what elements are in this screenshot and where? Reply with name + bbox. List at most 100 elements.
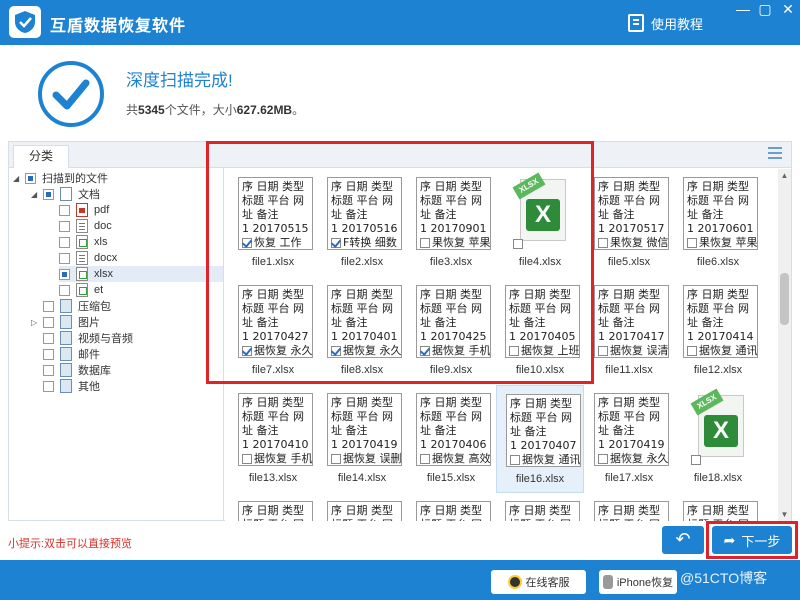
file-item[interactable]: 序 日期 类型 标题 平台 网址 备注 1 20170406 据恢复 高效 file15… <box>407 385 495 493</box>
file-checkbox[interactable] <box>420 346 430 356</box>
file-preview-thumbnail[interactable]: 序 日期 类型 标题 平台 网址 备注 1 20170401 据恢复 永久 <box>327 285 402 358</box>
file-checkbox[interactable] <box>331 238 341 248</box>
file-checkbox[interactable] <box>242 454 252 464</box>
file-preview-thumbnail[interactable]: 序 日期 类型 标题 平台 网址 备注 1 20170427 据恢复 永久 <box>238 285 313 358</box>
tree-checkbox[interactable] <box>43 188 54 200</box>
file-item[interactable]: 序 日期 类型 标题 平台 网址 备注 1 20170414 据恢复 通讯 file12… <box>674 277 762 385</box>
tree-item-documents[interactable]: ◢ 文档 <box>31 186 100 202</box>
file-item[interactable]: 序 日期 类型 标题 平台 网址 备注 1 20170419 据恢复 误删 file14… <box>318 385 406 493</box>
excel-file-icon[interactable]: XLSX X <box>512 172 570 249</box>
file-preview-thumbnail[interactable]: 序 日期 类型 标题 平台 网址 备注 1 20170419 据恢复 永久 <box>594 393 669 466</box>
tree-item-other[interactable]: 其他 <box>43 378 100 394</box>
online-service-button[interactable]: 在线客服 <box>491 570 586 594</box>
file-checkbox[interactable] <box>420 238 430 248</box>
list-view-icon[interactable] <box>768 147 782 159</box>
file-item[interactable]: 序 日期 类型 标题 平台 网址 备注 1 20170410 据恢复 手机 file13… <box>229 385 317 493</box>
file-item[interactable]: 序 日期 类型 标题 平台 网址 备注 1 20170517 果恢复 微信 file5.… <box>585 169 673 277</box>
file-preview-thumbnail[interactable]: 序 日期 类型 标题 平台 网址 备注 1 20170417 据恢复 误清 <box>594 285 669 358</box>
file-item[interactable]: 序 日期 类型标题 平台 网址 备注 <box>229 493 317 521</box>
tree-item-doc[interactable]: doc <box>59 218 112 234</box>
next-step-button[interactable]: ➦ 下一步 <box>712 526 792 554</box>
scroll-up-icon[interactable]: ▲ <box>778 169 791 182</box>
file-checkbox[interactable] <box>510 455 520 465</box>
file-checkbox[interactable] <box>331 454 341 464</box>
tree-item-docx[interactable]: docx <box>59 250 117 266</box>
tree-item-xlsx[interactable]: xlsx <box>59 266 223 282</box>
close-button[interactable]: ✕ <box>775 0 800 20</box>
tree-checkbox[interactable] <box>43 364 54 376</box>
tree-checkbox[interactable] <box>59 284 70 296</box>
file-checkbox[interactable] <box>242 346 252 356</box>
file-preview-thumbnail[interactable]: 序 日期 类型 标题 平台 网址 备注 1 20170405 据恢复 上班 <box>505 285 580 358</box>
tree-item-pdf[interactable]: pdf <box>59 202 109 218</box>
scroll-down-icon[interactable]: ▼ <box>778 508 791 521</box>
back-button[interactable]: ↶ <box>662 526 704 554</box>
file-preview-thumbnail[interactable]: 序 日期 类型 标题 平台 网址 备注 1 20170515 恢复 工作 <box>238 177 313 250</box>
excel-file-icon[interactable]: XLSX X <box>690 388 748 465</box>
tab-category[interactable]: 分类 <box>13 145 69 168</box>
tree-checkbox[interactable] <box>59 204 70 216</box>
iphone-recovery-button[interactable]: iPhone恢复 <box>599 570 677 594</box>
vertical-scrollbar[interactable]: ▲ ▼ <box>778 169 791 521</box>
file-checkbox[interactable] <box>687 238 697 248</box>
file-preview-thumbnail[interactable]: 序 日期 类型标题 平台 网址 备注 <box>683 501 758 521</box>
file-preview-thumbnail[interactable]: 序 日期 类型 标题 平台 网址 备注 1 20170414 据恢复 通讯 <box>683 285 758 358</box>
tree-item-xls[interactable]: xls <box>59 234 107 250</box>
tree-item-archives[interactable]: 压缩包 <box>43 298 111 314</box>
file-preview-thumbnail[interactable]: 序 日期 类型标题 平台 网址 备注 <box>327 501 402 521</box>
file-item[interactable]: 序 日期 类型 标题 平台 网址 备注 1 20170425 据恢复 手机 file9.… <box>407 277 495 385</box>
file-checkbox[interactable] <box>331 346 341 356</box>
file-item[interactable]: XLSX X file4.xlsx <box>496 169 584 277</box>
file-item[interactable]: 序 日期 类型 标题 平台 网址 备注 1 20170601 果恢复 苹果 file6.… <box>674 169 762 277</box>
tree-item-database[interactable]: 数据库 <box>43 362 111 378</box>
file-preview-thumbnail[interactable]: 序 日期 类型 标题 平台 网址 备注 1 20170425 据恢复 手机 <box>416 285 491 358</box>
file-checkbox[interactable] <box>509 346 519 356</box>
file-item[interactable]: 序 日期 类型 标题 平台 网址 备注 1 20170515 恢复 工作 file1.x… <box>229 169 317 277</box>
file-item[interactable]: 序 日期 类型 标题 平台 网址 备注 1 20170405 据恢复 上班 file10… <box>496 277 584 385</box>
file-item[interactable]: 序 日期 类型 标题 平台 网址 备注 1 20170516 F转换 细数 file2.… <box>318 169 406 277</box>
tree-item-scanned-files[interactable]: ◢ 扫描到的文件 <box>13 170 108 186</box>
file-item[interactable]: 序 日期 类型 标题 平台 网址 备注 1 20170427 据恢复 永久 file7.… <box>229 277 317 385</box>
file-checkbox[interactable] <box>598 346 608 356</box>
tree-checkbox[interactable] <box>25 172 36 184</box>
file-checkbox[interactable] <box>687 346 697 356</box>
file-item[interactable]: 序 日期 类型标题 平台 网址 备注 <box>407 493 495 521</box>
scroll-thumb[interactable] <box>780 273 789 325</box>
file-item[interactable]: 序 日期 类型标题 平台 网址 备注 <box>496 493 584 521</box>
file-item[interactable]: 序 日期 类型 标题 平台 网址 备注 1 20170401 据恢复 永久 file8.… <box>318 277 406 385</box>
expand-icon[interactable]: ◢ <box>31 190 39 199</box>
file-preview-thumbnail[interactable]: 序 日期 类型标题 平台 网址 备注 <box>594 501 669 521</box>
expand-icon[interactable]: ◢ <box>13 174 21 183</box>
file-checkbox[interactable] <box>420 454 430 464</box>
file-preview-thumbnail[interactable]: 序 日期 类型 标题 平台 网址 备注 1 20170901 果恢复 苹果 <box>416 177 491 250</box>
file-item[interactable]: 序 日期 类型标题 平台 网址 备注 <box>674 493 762 521</box>
file-item[interactable]: 序 日期 类型标题 平台 网址 备注 <box>318 493 406 521</box>
file-preview-thumbnail[interactable]: 序 日期 类型 标题 平台 网址 备注 1 20170406 据恢复 高效 <box>416 393 491 466</box>
tree-checkbox[interactable] <box>59 220 70 232</box>
tree-checkbox[interactable] <box>43 316 54 328</box>
tree-item-images[interactable]: ▷ 图片 <box>31 314 100 330</box>
file-preview-thumbnail[interactable]: 序 日期 类型标题 平台 网址 备注 <box>416 501 491 521</box>
file-item[interactable]: XLSX X file18.xlsx <box>674 385 762 493</box>
file-checkbox[interactable] <box>598 238 608 248</box>
tree-checkbox[interactable] <box>43 332 54 344</box>
tree-checkbox[interactable] <box>59 268 70 280</box>
file-item[interactable]: 序 日期 类型 标题 平台 网址 备注 1 20170417 据恢复 误清 file11… <box>585 277 673 385</box>
tree-checkbox[interactable] <box>43 380 54 392</box>
file-preview-thumbnail[interactable]: 序 日期 类型标题 平台 网址 备注 <box>505 501 580 521</box>
file-preview-thumbnail[interactable]: 序 日期 类型 标题 平台 网址 备注 1 20170419 据恢复 误删 <box>327 393 402 466</box>
help-tutorial-button[interactable]: 使用教程 <box>628 12 703 34</box>
file-checkbox[interactable] <box>513 239 523 249</box>
file-checkbox[interactable] <box>691 455 701 465</box>
file-preview-thumbnail[interactable]: 序 日期 类型 标题 平台 网址 备注 1 20170516 F转换 细数 <box>327 177 402 250</box>
expand-icon[interactable]: ▷ <box>31 318 39 327</box>
tree-checkbox[interactable] <box>43 300 54 312</box>
tree-checkbox[interactable] <box>59 252 70 264</box>
tree-checkbox[interactable] <box>59 236 70 248</box>
file-preview-thumbnail[interactable]: 序 日期 类型 标题 平台 网址 备注 1 20170407 据恢复 通讯 <box>506 394 581 467</box>
tree-item-video-audio[interactable]: 视频与音频 <box>43 330 133 346</box>
file-item[interactable]: 序 日期 类型 标题 平台 网址 备注 1 20170901 果恢复 苹果 file3.… <box>407 169 495 277</box>
file-item[interactable]: 序 日期 类型标题 平台 网址 备注 <box>585 493 673 521</box>
tree-item-et[interactable]: et <box>59 282 103 298</box>
file-checkbox[interactable] <box>598 454 608 464</box>
